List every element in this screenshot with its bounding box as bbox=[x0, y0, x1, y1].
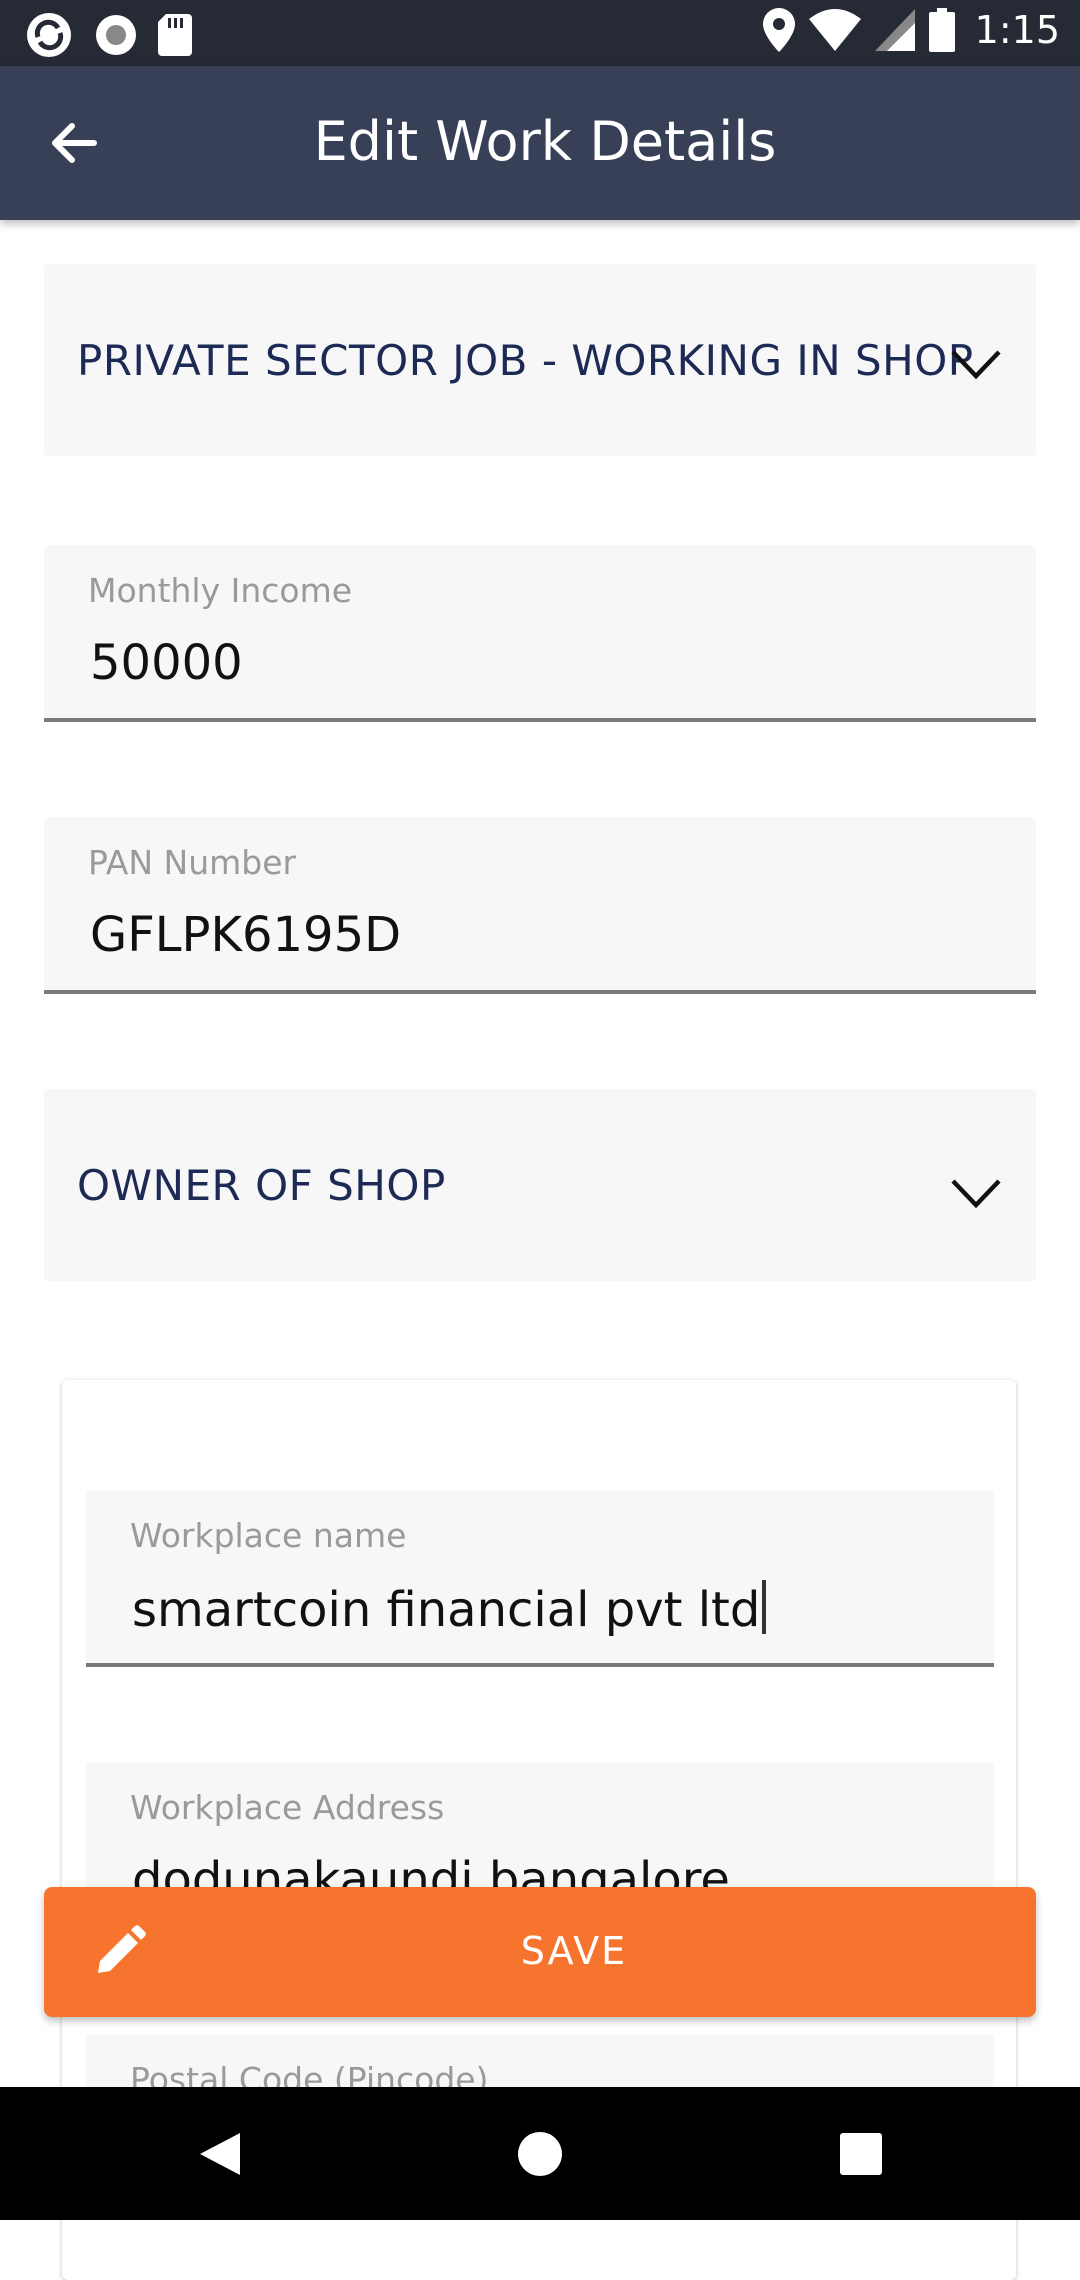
designation-select[interactable]: OWNER OF SHOP bbox=[44, 1089, 1036, 1281]
nav-home-icon[interactable] bbox=[517, 2131, 563, 2177]
location-icon bbox=[762, 8, 795, 52]
employment-type-value: PRIVATE SECTOR JOB - WORKING IN SHOP bbox=[77, 336, 974, 385]
pan-number-input[interactable]: GFLPK6195D bbox=[90, 907, 401, 963]
sync-app-icon bbox=[27, 13, 71, 57]
chevron-down-icon bbox=[951, 1179, 1001, 1209]
monthly-income-label: Monthly Income bbox=[88, 571, 353, 610]
page-title: Edit Work Details bbox=[313, 110, 777, 173]
workplace-address-label: Workplace Address bbox=[130, 1788, 445, 1827]
wifi-icon bbox=[808, 9, 861, 51]
save-button[interactable]: SAVE bbox=[44, 1887, 1036, 2017]
monthly-income-field[interactable]: Monthly Income 50000 bbox=[44, 545, 1036, 722]
pan-number-label: PAN Number bbox=[88, 843, 297, 882]
pan-number-field[interactable]: PAN Number GFLPK6195D bbox=[44, 817, 1036, 994]
app-bar: Edit Work Details bbox=[0, 66, 1080, 220]
sd-card-icon bbox=[158, 14, 192, 56]
designation-value: OWNER OF SHOP bbox=[77, 1161, 446, 1210]
employment-type-select[interactable]: PRIVATE SECTOR JOB - WORKING IN SHOP bbox=[44, 264, 1036, 456]
nav-back-icon[interactable] bbox=[198, 2131, 242, 2177]
workplace-name-field[interactable]: Workplace name smartcoin financial pvt l… bbox=[86, 1490, 994, 1667]
signal-icon bbox=[874, 9, 915, 51]
workplace-name-input[interactable]: smartcoin financial pvt ltd bbox=[132, 1580, 767, 1638]
status-time: 1:15 bbox=[974, 8, 1060, 52]
system-nav-bar bbox=[0, 2087, 1080, 2220]
text-cursor bbox=[762, 1580, 767, 1634]
record-icon bbox=[96, 15, 136, 55]
battery-icon bbox=[928, 8, 955, 52]
status-bar: 1:15 bbox=[0, 0, 1080, 66]
save-button-label: SAVE bbox=[520, 1929, 628, 1973]
workplace-name-label: Workplace name bbox=[130, 1516, 407, 1555]
monthly-income-input[interactable]: 50000 bbox=[90, 635, 243, 691]
nav-recents-icon[interactable] bbox=[840, 2133, 882, 2175]
chevron-down-icon bbox=[951, 350, 1001, 380]
